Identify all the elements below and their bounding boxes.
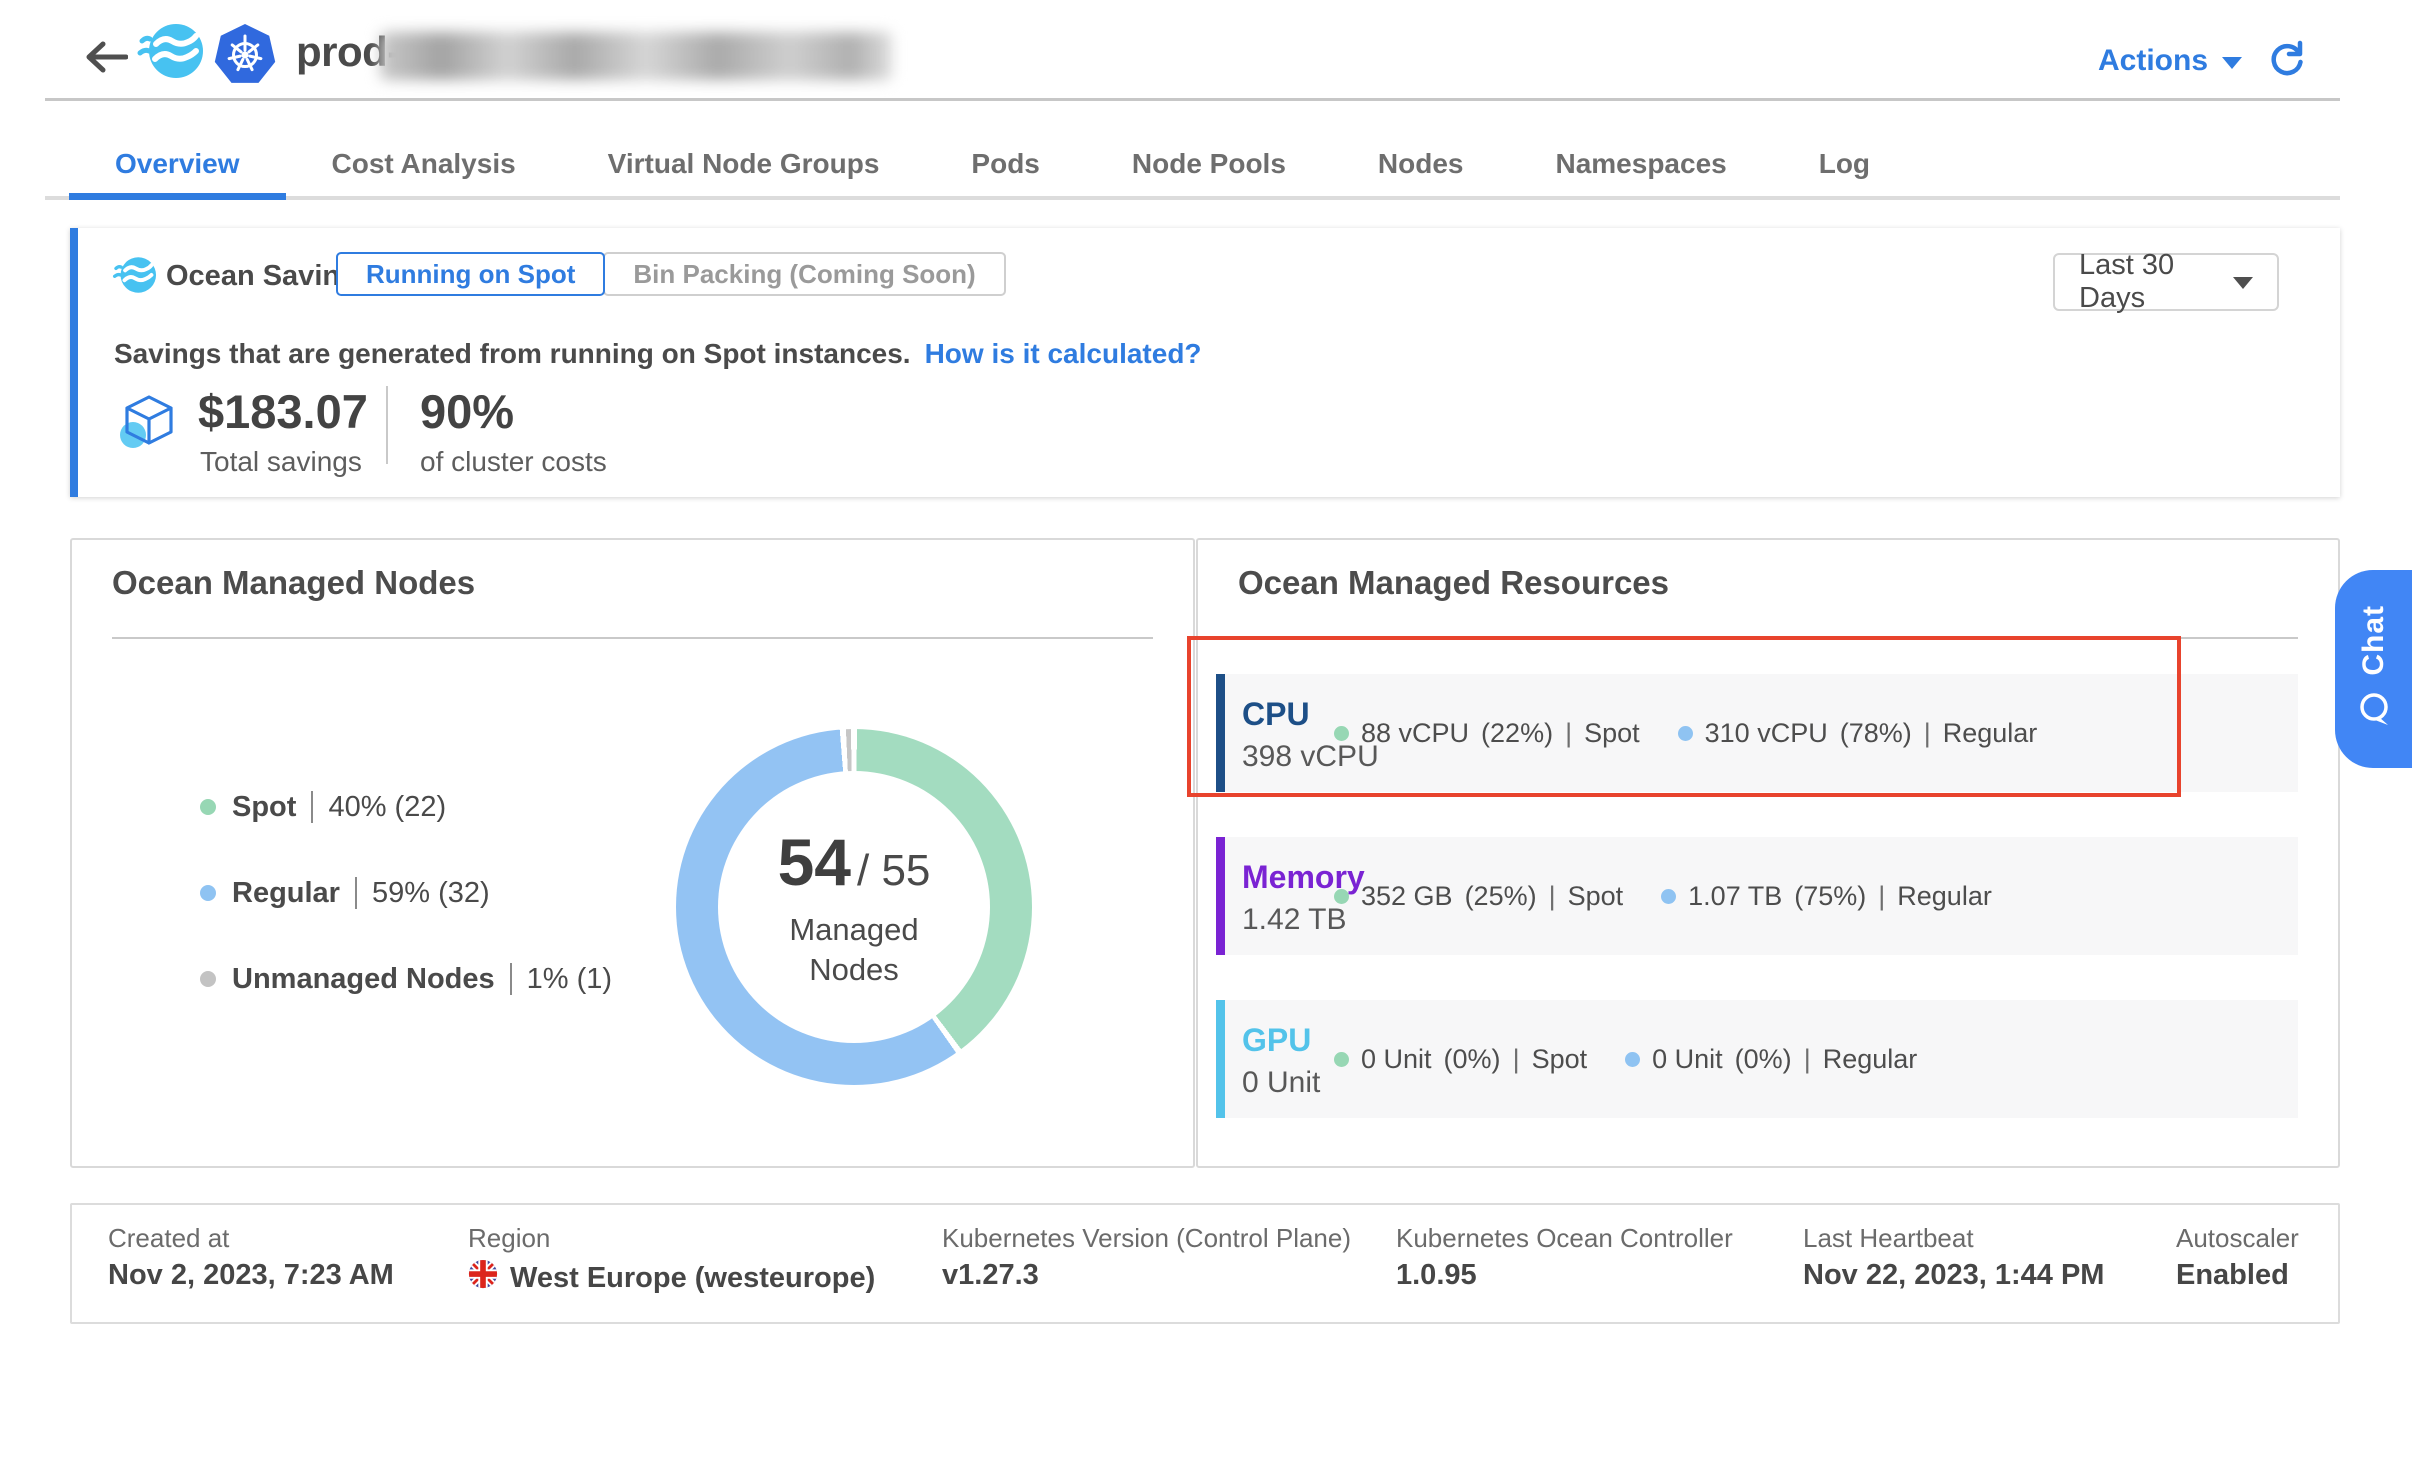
card-divider (112, 637, 1153, 639)
memory-regular-detail: 1.07 TB (75%) | Regular (1661, 881, 1992, 912)
cluster-cost-percent-label: of cluster costs (420, 446, 607, 478)
gpu-regular-detail: 0 Unit (0%) | Regular (1625, 1044, 1917, 1075)
cpu-accent-bar (1216, 674, 1225, 792)
cluster-info-footer: Created at Nov 2, 2023, 7:23 AM Region (70, 1203, 2340, 1324)
uk-flag-icon (468, 1259, 498, 1297)
tab-bar: Overview Cost Analysis Virtual Node Grou… (45, 134, 2340, 200)
legend-separator (311, 791, 313, 823)
ocean-managed-nodes-card: Ocean Managed Nodes Spot 40% (22) Regula… (70, 538, 1195, 1168)
cpu-spot-detail: 88 vCPU (22%) | Spot (1334, 718, 1640, 749)
period-dropdown-value: Last 30 Days (2079, 249, 2233, 315)
chevron-down-icon (2233, 277, 2253, 289)
tab-nodes[interactable]: Nodes (1332, 134, 1510, 196)
legend-item-unmanaged: Unmanaged Nodes 1% (1) (200, 962, 612, 996)
managed-nodes-total: / 55 (857, 846, 930, 896)
tab-overview[interactable]: Overview (69, 134, 286, 196)
spot-dot (1334, 889, 1349, 904)
ocean-savings-banner: Ocean Savings: Running on Spot Bin Packi… (70, 228, 2340, 497)
cluster-cost-percent-value: 90% (420, 384, 514, 439)
managed-resources-title: Ocean Managed Resources (1238, 564, 1669, 602)
donut-center: 54 / 55 Managed Nodes (718, 771, 990, 1043)
gpu-spot-detail: 0 Unit (0%) | Spot (1334, 1044, 1587, 1075)
tab-pods[interactable]: Pods (925, 134, 1085, 196)
ocean-wave-logo-icon (136, 20, 206, 87)
card-divider (1238, 637, 2298, 639)
how-calculated-link[interactable]: How is it calculated? (925, 338, 1202, 369)
chevron-down-icon (2222, 57, 2242, 69)
bin-packing-toggle[interactable]: Bin Packing (Coming Soon) (603, 252, 1005, 296)
memory-total: 1.42 TB (1242, 903, 1347, 937)
chat-button-label: Chat (2357, 605, 2391, 676)
ocean-managed-resources-card: Ocean Managed Resources CPU 398 vCPU 88 … (1196, 538, 2340, 1168)
savings-cube-icon (118, 390, 180, 457)
tab-namespaces[interactable]: Namespaces (1509, 134, 1772, 196)
legend-separator (510, 963, 512, 995)
managed-nodes-count: 54 (778, 824, 851, 900)
chat-bubble-icon (2355, 690, 2393, 733)
ocean-savings-icon (112, 254, 158, 301)
nodes-legend: Spot 40% (22) Regular 59% (32) Unmanaged… (200, 790, 612, 1048)
spot-dot (200, 799, 216, 815)
chat-button[interactable]: Chat (2335, 570, 2412, 768)
actions-button[interactable]: Actions (2098, 44, 2242, 78)
spot-dot (1334, 1052, 1349, 1067)
legend-item-spot: Spot 40% (22) (200, 790, 612, 824)
unmanaged-dot (200, 971, 216, 987)
memory-spot-detail: 352 GB (25%) | Spot (1334, 881, 1623, 912)
cpu-label: CPU (1242, 696, 1310, 733)
period-dropdown[interactable]: Last 30 Days (2053, 253, 2279, 311)
refresh-icon[interactable] (2266, 38, 2306, 83)
regular-dot (1678, 726, 1693, 741)
managed-nodes-donut-chart: 54 / 55 Managed Nodes (676, 729, 1032, 1085)
regular-dot (1661, 889, 1676, 904)
managed-nodes-center-label: Managed Nodes (764, 910, 944, 990)
redacted-cluster-name (380, 32, 892, 80)
savings-toggle-group: Running on Spot Bin Packing (Coming Soon… (336, 252, 1006, 296)
gpu-label: GPU (1242, 1022, 1311, 1059)
banner-accent-bar (70, 228, 78, 497)
tab-log[interactable]: Log (1773, 134, 1916, 196)
total-savings-label: Total savings (200, 446, 362, 478)
resource-row-gpu: GPU 0 Unit 0 Unit (0%) | Spot 0 Unit (0%… (1216, 1000, 2298, 1118)
resource-row-memory: Memory 1.42 TB 352 GB (25%) | Spot 1.07 … (1216, 837, 2298, 955)
legend-item-regular: Regular 59% (32) (200, 876, 612, 910)
cpu-regular-detail: 310 vCPU (78%) | Regular (1678, 718, 2038, 749)
total-savings-value: $183.07 (198, 384, 368, 439)
regular-dot (1625, 1052, 1640, 1067)
actions-button-label: Actions (2098, 44, 2208, 78)
managed-nodes-title: Ocean Managed Nodes (112, 564, 475, 602)
stat-divider (386, 386, 388, 464)
tab-node-pools[interactable]: Node Pools (1086, 134, 1332, 196)
tab-cost-analysis[interactable]: Cost Analysis (286, 134, 562, 196)
header-divider (45, 98, 2340, 101)
running-on-spot-toggle[interactable]: Running on Spot (336, 252, 605, 296)
gpu-accent-bar (1216, 1000, 1225, 1118)
tab-virtual-node-groups[interactable]: Virtual Node Groups (562, 134, 926, 196)
legend-separator (355, 877, 357, 909)
ocean-cluster-overview-page: prod- Actions Overview Cost Analysis Vir… (0, 0, 2412, 1478)
spot-dot (1334, 726, 1349, 741)
memory-accent-bar (1216, 837, 1225, 955)
back-arrow-icon[interactable] (82, 40, 128, 79)
resource-row-cpu: CPU 398 vCPU 88 vCPU (22%) | Spot 310 vC… (1216, 674, 2298, 792)
kubernetes-logo-icon (212, 22, 278, 93)
savings-description: Savings that are generated from running … (114, 338, 1202, 370)
regular-dot (200, 885, 216, 901)
gpu-total: 0 Unit (1242, 1066, 1320, 1100)
